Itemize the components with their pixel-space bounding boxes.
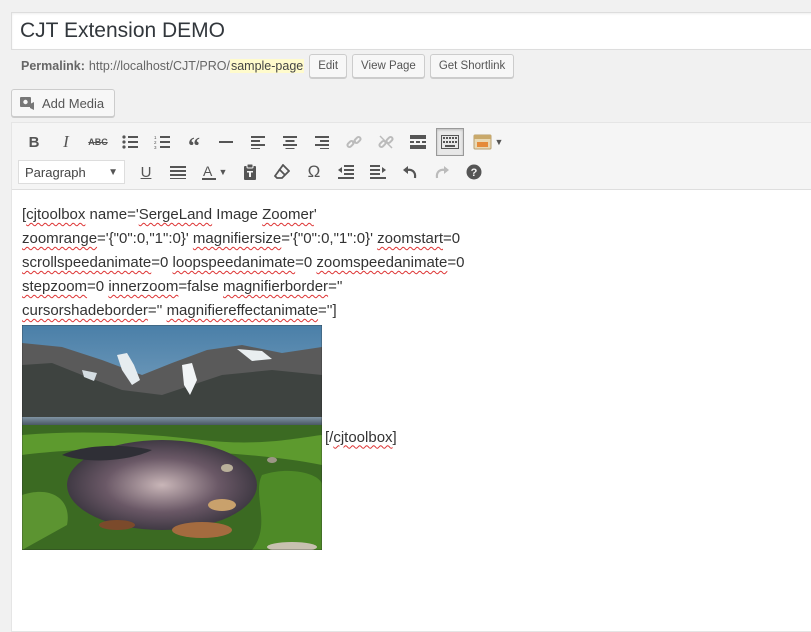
italic-icon[interactable]: I [50,128,82,156]
link-icon[interactable] [338,128,370,156]
text-color-caret-icon: ▼ [218,167,228,177]
svg-text:A: A [203,164,213,179]
undo-icon[interactable] [394,158,426,186]
justify-icon[interactable] [162,158,194,186]
redo-icon[interactable] [426,158,458,186]
content-image-line: [/cjtoolbox] [22,325,811,550]
editor-content[interactable]: [cjtoolbox name='SergeLand Image Zoomer'… [22,203,811,550]
permalink-slug[interactable]: sample-page [229,59,305,73]
content-line-2: zoomrange='{"0":0,"1":0}' magnifiersize=… [22,230,461,247]
svg-text:?: ? [471,167,478,179]
view-page-button[interactable]: View Page [352,54,425,78]
editor-container: B I ABC 123 “ ▼ Paragraph ▼ U A ▼ Ω ? [c… [11,122,811,632]
unlink-icon[interactable] [370,128,402,156]
toolbar-toggle-icon[interactable] [436,128,464,156]
bullet-list-icon[interactable] [114,128,146,156]
permalink-base-url: http://localhost/CJT/PRO/ [88,59,230,73]
editor-toolbar: B I ABC 123 “ ▼ Paragraph ▼ U A ▼ Ω ? [12,123,811,190]
special-char-icon[interactable]: Ω [298,158,330,186]
add-media-button[interactable]: Add Media [11,89,116,117]
toolbar-row-1: B I ABC 123 “ ▼ [18,128,510,159]
content-line-5: cursorshadeborder='' magnifiereffectanim… [22,302,337,319]
toolbar-row-2: Paragraph ▼ U A ▼ Ω ? [18,158,490,186]
clear-format-icon[interactable] [266,158,298,186]
add-media-label: Add Media [42,95,105,111]
help-icon[interactable]: ? [458,158,490,186]
horizontal-line-icon[interactable] [210,128,242,156]
permalink-label: Permalink: [21,59,85,73]
bold-icon[interactable]: B [18,128,50,156]
content-closing-tag: [/cjtoolbox] [325,428,397,446]
cjt-icon[interactable]: ▼ [466,128,510,156]
indent-icon[interactable] [362,158,394,186]
chevron-down-icon: ▼ [108,166,118,178]
format-select[interactable]: Paragraph ▼ [18,160,125,184]
svg-text:3: 3 [154,145,157,149]
align-right-icon[interactable] [306,128,338,156]
strikethrough-icon[interactable]: ABC [82,128,114,156]
read-more-icon[interactable] [402,128,434,156]
paste-text-icon[interactable] [234,158,266,186]
content-line-3: scrollspeedanimate=0 loopspeedanimate=0 … [22,254,465,271]
content-line-4: stepzoom=0 innerzoom=false magnifierbord… [22,278,343,295]
media-icon [18,94,38,112]
align-left-icon[interactable] [242,128,274,156]
text-color-icon[interactable]: A ▼ [194,158,234,186]
landscape-photo[interactable] [22,325,322,550]
edit-permalink-button[interactable]: Edit [309,54,348,78]
get-shortlink-button[interactable]: Get Shortlink [429,54,515,78]
underline-icon[interactable]: U [130,158,162,186]
outdent-icon[interactable] [330,158,362,186]
permalink-bar: Permalink: http://localhost/CJT/PRO/samp… [21,54,515,78]
cjt-dropdown-caret-icon: ▼ [494,137,504,147]
align-center-icon[interactable] [274,128,306,156]
numbered-list-icon[interactable]: 123 [146,128,178,156]
blockquote-icon[interactable]: “ [178,128,210,159]
content-line-1: [cjtoolbox name='SergeLand Image Zoomer' [22,206,317,223]
post-title-input[interactable] [11,12,811,50]
format-select-value: Paragraph [25,164,86,180]
